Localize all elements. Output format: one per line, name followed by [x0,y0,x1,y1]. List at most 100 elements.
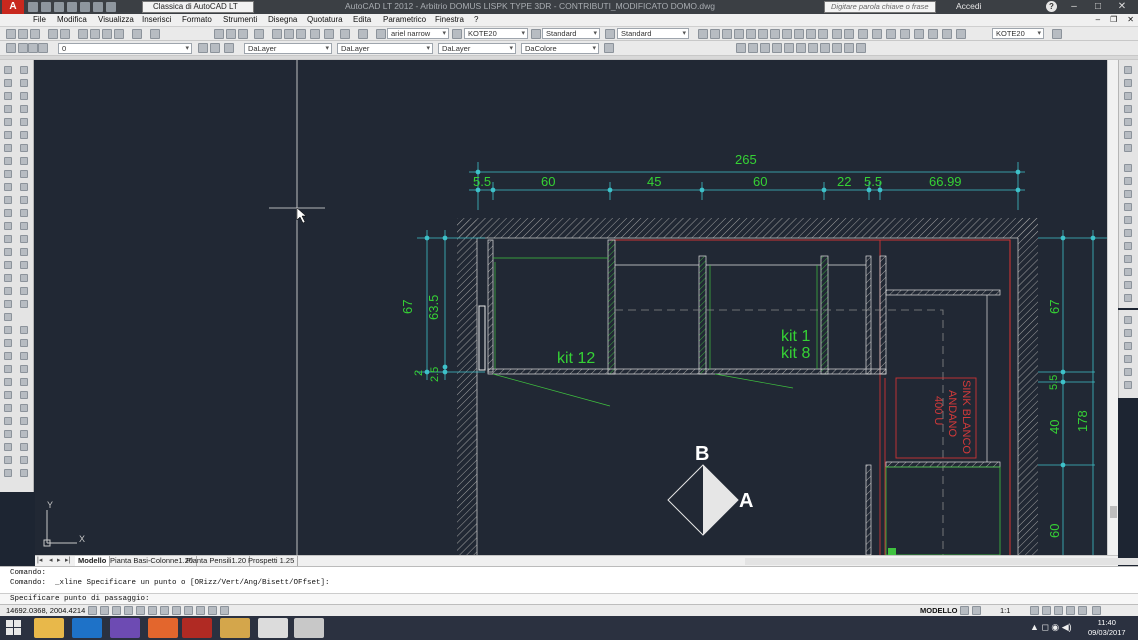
join-icon[interactable] [20,235,28,243]
dim-diameter-icon[interactable] [770,29,780,39]
break-icon[interactable] [20,222,28,230]
dim-angular-icon[interactable] [782,29,792,39]
zoom-all-icon[interactable] [4,417,12,425]
calculator-icon[interactable] [340,29,350,39]
mirror-icon[interactable] [20,92,28,100]
outlook-icon[interactable] [72,618,102,638]
dim-aligned-icon[interactable] [710,29,720,39]
cut-icon[interactable] [78,29,88,39]
add-selected-icon[interactable] [4,313,12,321]
dim-style-icon[interactable] [452,29,462,39]
zoom-window-icon[interactable] [238,29,248,39]
dim-linear-icon[interactable] [698,29,708,39]
annotation-visibility-icon[interactable] [1030,606,1039,615]
app-ls-icon[interactable] [258,618,288,638]
erase-icon[interactable] [20,66,28,74]
properties-list-icon[interactable] [604,43,614,53]
explode-icon[interactable] [20,274,28,282]
dim-aligned-right-icon[interactable] [1124,79,1132,87]
dim-linear-right-icon[interactable] [1124,66,1132,74]
app-ls-2-icon[interactable] [294,618,324,638]
print-icon[interactable] [80,2,90,12]
osnap-extension-icon[interactable] [784,43,794,53]
construction-line-icon[interactable] [4,79,12,87]
dim-text-edit-icon[interactable] [928,29,938,39]
layer-states-icon[interactable] [224,43,234,53]
mtext-icon[interactable] [4,300,12,308]
zoom-previous-icon[interactable] [254,29,264,39]
layer-select[interactable]: 0 [58,43,192,54]
taskbar-clock[interactable]: 11:40 09/03/2017 [1088,618,1126,638]
block-attribute-manager-icon[interactable] [20,378,28,386]
redo-icon[interactable] [106,2,116,12]
tolerance-icon[interactable] [858,29,868,39]
offset-icon[interactable] [20,105,28,113]
spell-check-icon[interactable] [20,469,28,477]
open-icon[interactable] [18,29,28,39]
menu-visualizza[interactable]: Visualizza [98,15,134,24]
copy-object-icon[interactable] [20,79,28,87]
area-icon[interactable] [20,430,28,438]
spline-icon[interactable] [4,170,12,178]
hardware-acceleration-icon[interactable] [1078,606,1087,615]
osnap-quadrant-icon[interactable] [808,43,818,53]
redo-icon[interactable] [150,29,160,39]
app-cube-icon[interactable] [110,618,140,638]
quick-properties-icon[interactable] [208,606,217,615]
workspace-switch-icon[interactable] [1042,606,1051,615]
tolerance-right-icon[interactable] [1124,242,1132,250]
sheet-set-icon[interactable] [310,29,320,39]
doc-close-icon[interactable]: ✕ [1127,15,1134,24]
coordinates-display[interactable]: 14692.0368, 2004.4214 [6,606,85,615]
zoom-realtime-icon[interactable] [226,29,236,39]
menu-edita[interactable]: Edita [353,15,371,24]
convert-viewport-icon[interactable] [1124,368,1132,376]
extend-icon[interactable] [20,196,28,204]
menu-parametrico[interactable]: Parametrico [383,15,426,24]
menu-help[interactable]: ? [474,15,478,24]
trim-icon[interactable] [20,183,28,191]
layer-on-icon[interactable] [18,43,28,53]
undo-icon[interactable] [93,2,103,12]
ellipse-arc-icon[interactable] [4,196,12,204]
menu-modifica[interactable]: Modifica [57,15,87,24]
jogged-linear-icon[interactable] [900,29,910,39]
quick-dim-icon[interactable] [794,29,804,39]
rectangle-icon[interactable] [4,118,12,126]
dim-space-right-icon[interactable] [1124,216,1132,224]
text-style-icon[interactable] [376,29,386,39]
sync-attributes-icon[interactable] [20,391,28,399]
dim-ordinate-right-icon[interactable] [1124,105,1132,113]
zoom-object-icon[interactable] [4,378,12,386]
dim-continue-right-icon[interactable] [1124,203,1132,211]
dim-baseline-icon[interactable] [806,29,816,39]
distance-icon[interactable] [20,417,28,425]
zoom-center-icon[interactable] [4,365,12,373]
dim-diameter-right-icon[interactable] [1124,144,1132,152]
zoom-in-icon[interactable] [4,391,12,399]
make-block-icon[interactable] [4,222,12,230]
undo-icon[interactable] [132,29,142,39]
annotation-scale[interactable]: 1:1 [1000,606,1010,615]
text-style-select[interactable]: ariel narrow [387,28,449,39]
color-select[interactable]: DaLayer [244,43,332,54]
menu-strumenti[interactable]: Strumenti [223,15,257,24]
object-snap-icon[interactable] [148,606,157,615]
menu-file[interactable]: File [33,15,46,24]
clean-screen-icon[interactable] [1092,606,1101,615]
vertical-scroll-thumb[interactable] [1110,506,1117,518]
osnap-center-icon[interactable] [796,43,806,53]
properties-icon[interactable] [272,29,282,39]
plot-style-select[interactable]: DaColore [521,43,599,54]
menu-formato[interactable]: Formato [182,15,212,24]
plot-icon[interactable] [48,29,58,39]
dim-edit-icon[interactable] [914,29,924,39]
archive-app-icon[interactable] [220,618,250,638]
horizontal-scrollbar[interactable] [745,558,1138,565]
pedit-icon[interactable] [20,300,28,308]
dim-angular-right-icon[interactable] [1124,164,1132,172]
tool-palettes-icon[interactable] [296,29,306,39]
quick-dim-right-icon[interactable] [1124,177,1132,185]
viewports-icon[interactable] [1124,329,1132,337]
make-object-layer-current-icon[interactable] [198,43,208,53]
